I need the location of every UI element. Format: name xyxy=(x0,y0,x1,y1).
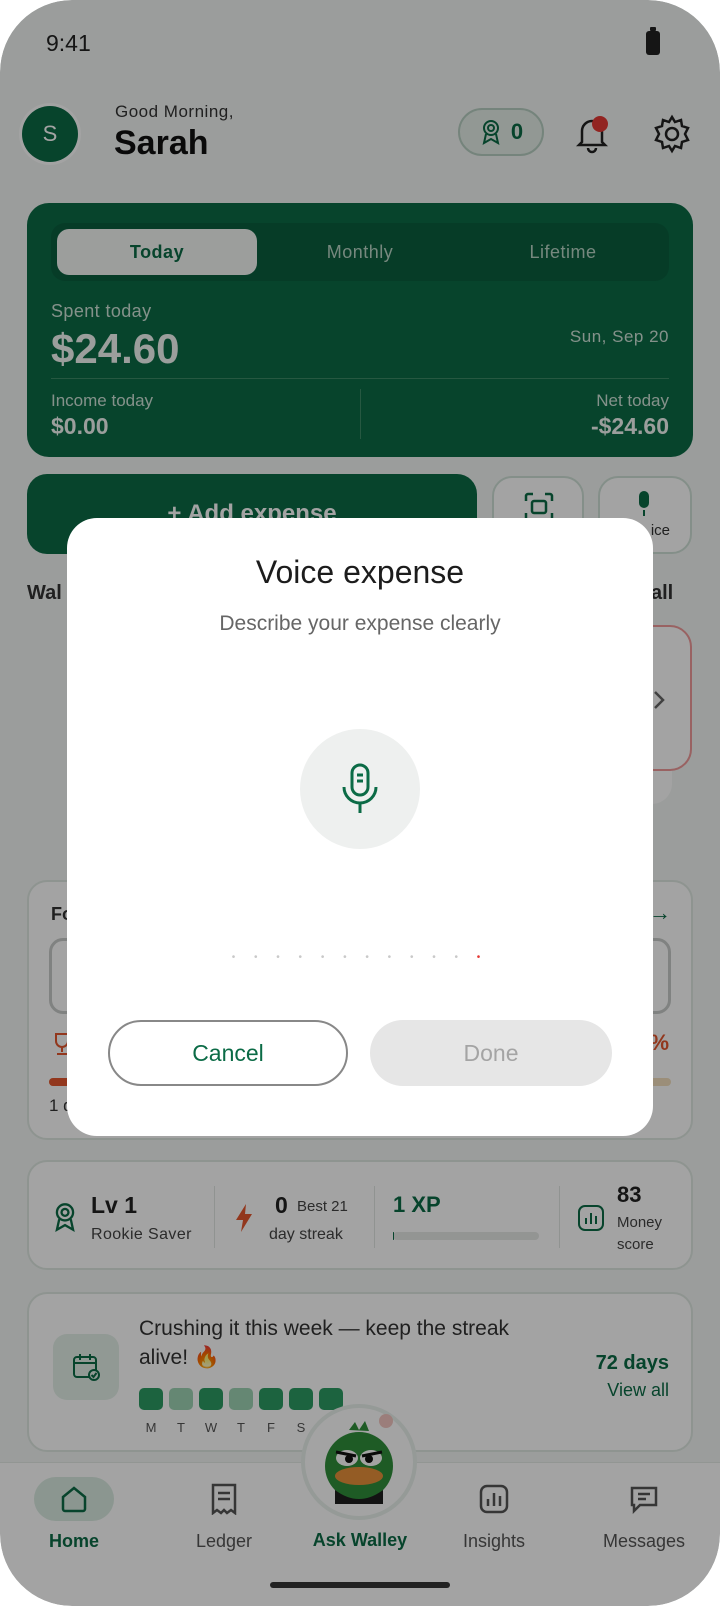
dialog-title: Voice expense xyxy=(255,554,465,590)
voice-expense-dialog: Voice expense Describe your expense clea… xyxy=(67,518,653,1136)
done-button[interactable]: Done xyxy=(370,1020,612,1086)
home-indicator xyxy=(270,1582,450,1588)
cancel-button[interactable]: Cancel xyxy=(108,1020,348,1086)
record-button[interactable] xyxy=(300,729,420,849)
phone-screen: 9:41 S Good Morning, Sarah 0 Today Month… xyxy=(0,0,720,1606)
listening-indicator: • • • • • • • • • • • • xyxy=(231,952,489,963)
microphone-icon xyxy=(342,763,378,813)
dialog-subtitle: Describe your expense clearly xyxy=(219,612,501,635)
